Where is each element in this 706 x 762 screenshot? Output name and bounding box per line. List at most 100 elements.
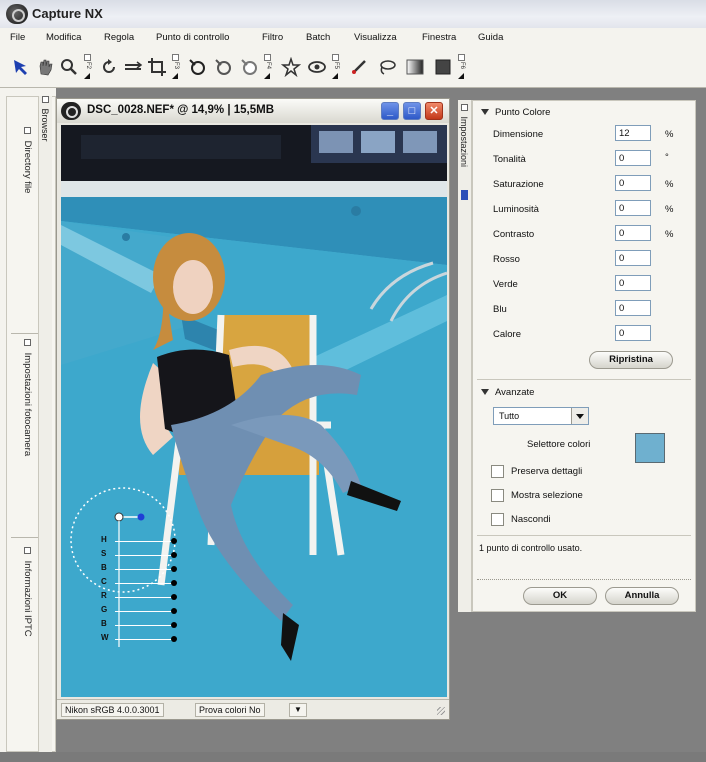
ok-button[interactable]: OK — [523, 587, 597, 605]
annulla-button[interactable]: Annulla — [605, 587, 679, 605]
toolbar-grip-f5[interactable]: F5 — [332, 54, 340, 82]
image-canvas[interactable]: H S B C R G B W — [61, 125, 447, 697]
control-point-sliders[interactable]: H S B C R G B W — [101, 535, 181, 647]
brush-icon[interactable] — [348, 54, 370, 80]
document-window: DSC_0028.NEF* @ 14,9% | 15,5MB _ □ ✕ H S… — [56, 98, 450, 720]
crop-icon[interactable] — [146, 54, 168, 80]
tab-toggle-icon — [41, 96, 49, 103]
slider-r[interactable]: R — [101, 591, 181, 605]
chevron-down-icon[interactable] — [571, 408, 588, 424]
hand-icon[interactable] — [34, 54, 56, 80]
label-nascondi: Nascondi — [511, 514, 551, 525]
luminosita-field[interactable]: 0 — [615, 200, 651, 216]
browser-strip — [38, 96, 52, 752]
slider-label: G — [101, 605, 108, 614]
neutral-control-point-icon[interactable] — [212, 54, 234, 80]
verde-field[interactable]: 0 — [615, 275, 651, 291]
unit-contrasto: % — [665, 229, 674, 240]
toolbar-grip-f2[interactable]: F2 — [84, 54, 92, 82]
section-punto-colore[interactable]: Punto Colore — [481, 107, 550, 118]
tonalita-field[interactable]: 0 — [615, 150, 651, 166]
tab-label: Browser — [40, 108, 50, 142]
tab-label: Impostazioni fotocamera — [22, 352, 33, 457]
label-calore: Calore — [493, 329, 521, 340]
fill-icon[interactable] — [432, 54, 454, 80]
tab-impostazioni-fotocamera[interactable]: Impostazioni fotocamera — [13, 339, 33, 456]
gradient-icon[interactable] — [404, 54, 426, 80]
nascondi-checkbox[interactable] — [491, 513, 504, 526]
color-control-point-icon[interactable] — [306, 54, 328, 80]
slider-w[interactable]: W — [101, 633, 181, 647]
menu-guida[interactable]: Guida — [478, 32, 503, 43]
red-eye-icon[interactable] — [280, 54, 302, 80]
settings-panel: Punto Colore Dimensione 12 % Tonalità 0 … — [472, 100, 696, 612]
menu-filtro[interactable]: Filtro — [262, 32, 283, 43]
soft-proof-status[interactable]: Prova colori No — [195, 703, 265, 717]
slider-s[interactable]: S — [101, 549, 181, 563]
minimize-button[interactable]: _ — [381, 102, 399, 120]
unit-dimensione: % — [665, 129, 674, 140]
document-title-bar[interactable]: DSC_0028.NEF* @ 14,9% | 15,5MB _ □ ✕ — [57, 99, 449, 123]
toolbar-grip-f3[interactable]: F3 — [172, 54, 180, 82]
divider — [477, 535, 691, 536]
tab-directory-file[interactable]: Directory file — [13, 127, 33, 193]
label-luminosita: Luminosità — [493, 204, 539, 215]
collapse-icon — [481, 109, 489, 116]
label-selettore-colori: Selettore colori — [527, 439, 591, 450]
straighten-icon[interactable] — [122, 54, 144, 80]
label-saturazione: Saturazione — [493, 179, 544, 190]
slider-label: B — [101, 619, 107, 628]
menu-finestra[interactable]: Finestra — [422, 32, 456, 43]
rotate-icon[interactable] — [98, 54, 120, 80]
blu-field[interactable]: 0 — [615, 300, 651, 316]
menu-batch[interactable]: Batch — [306, 32, 330, 43]
mode-select-value: Tutto — [499, 411, 520, 421]
menu-regola[interactable]: Regola — [104, 32, 134, 43]
slider-h[interactable]: H — [101, 535, 181, 549]
slider-c[interactable]: C — [101, 577, 181, 591]
tab-impostazioni[interactable]: Impostazioni — [459, 104, 469, 167]
label-dimensione: Dimensione — [493, 129, 544, 140]
slider-g[interactable]: G — [101, 605, 181, 619]
unit-saturazione: % — [665, 179, 674, 190]
black-control-point-icon[interactable] — [186, 54, 208, 80]
toolbar: F2 F3 F4 F5 F6 — [0, 48, 706, 88]
divider — [477, 379, 691, 380]
color-swatch[interactable] — [635, 433, 665, 463]
preserva-dettagli-checkbox[interactable] — [491, 465, 504, 478]
rosso-field[interactable]: 0 — [615, 250, 651, 266]
slider-label: C — [101, 577, 107, 586]
toolbar-grip-f4[interactable]: F4 — [264, 54, 272, 82]
status-dropdown-icon[interactable]: ▼ — [289, 703, 307, 717]
mostra-selezione-checkbox[interactable] — [491, 489, 504, 502]
grip-label: F5 — [333, 62, 339, 70]
saturazione-field[interactable]: 0 — [615, 175, 651, 191]
label-verde: Verde — [493, 279, 518, 290]
lasso-icon[interactable] — [376, 54, 398, 80]
zoom-icon[interactable] — [58, 54, 80, 80]
maximize-button[interactable]: □ — [403, 102, 421, 120]
slider-label: B — [101, 563, 107, 572]
tab-browser[interactable]: Browser — [40, 96, 50, 142]
calore-field[interactable]: 0 — [615, 325, 651, 341]
section-avanzate[interactable]: Avanzate — [481, 387, 534, 398]
menu-file[interactable]: File — [10, 32, 25, 43]
menu-visualizza[interactable]: Visualizza — [354, 32, 397, 43]
slider-label: H — [101, 535, 107, 544]
slider-label: S — [101, 549, 107, 558]
menu-punto-di-controllo[interactable]: Punto di controllo — [156, 32, 229, 43]
arrow-select-icon[interactable] — [10, 54, 32, 80]
tab-label: Informazioni IPTC — [22, 560, 33, 637]
dimensione-field[interactable]: 12 — [615, 125, 651, 141]
reset-button[interactable]: Ripristina — [589, 351, 673, 369]
toolbar-grip-f6[interactable]: F6 — [458, 54, 466, 82]
white-control-point-icon[interactable] — [238, 54, 260, 80]
close-button[interactable]: ✕ — [425, 102, 443, 120]
slider-blue[interactable]: B — [101, 619, 181, 633]
contrasto-field[interactable]: 0 — [615, 225, 651, 241]
mode-select[interactable]: Tutto — [493, 407, 589, 425]
menu-modifica[interactable]: Modifica — [46, 32, 81, 43]
slider-b[interactable]: B — [101, 563, 181, 577]
tab-informazioni-iptc[interactable]: Informazioni IPTC — [13, 547, 33, 637]
resize-grip-icon[interactable] — [437, 707, 445, 715]
